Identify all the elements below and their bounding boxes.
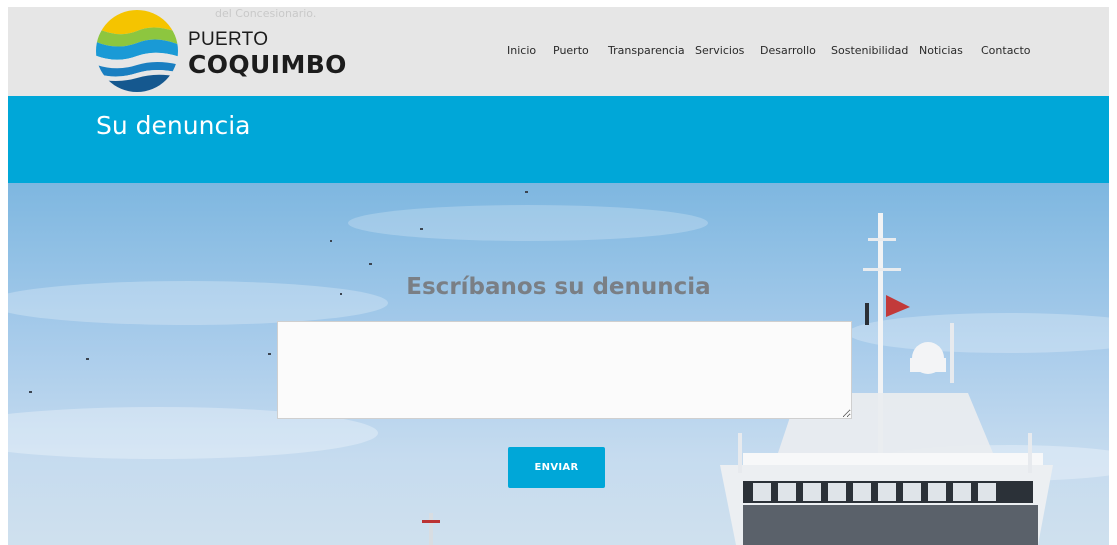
page-title: Su denuncia bbox=[96, 111, 251, 140]
logo-text-coquimbo: COQUIMBO bbox=[188, 50, 347, 79]
logo-text-puerto: PUERTO bbox=[188, 29, 269, 50]
nav-item-desarrollo[interactable]: Desarrollo bbox=[760, 44, 816, 57]
logo-icon bbox=[96, 10, 178, 92]
submit-button[interactable]: ENVIAR bbox=[508, 447, 605, 488]
page-frame: del Concesionario. PUERTO COQUIMBO Inici… bbox=[8, 7, 1109, 545]
nav-item-servicios[interactable]: Servicios bbox=[695, 44, 744, 57]
nav-item-inicio[interactable]: Inicio bbox=[507, 44, 536, 57]
nav-item-transparencia[interactable]: Transparencia bbox=[608, 44, 685, 57]
page-title-bar: Su denuncia bbox=[8, 96, 1109, 183]
site-logo[interactable]: PUERTO COQUIMBO bbox=[94, 9, 350, 93]
hero-section: Escríbanos su denuncia ENVIAR bbox=[8, 183, 1109, 545]
nav-item-sostenibilidad[interactable]: Sostenibilidad bbox=[831, 44, 908, 57]
site-header: del Concesionario. PUERTO COQUIMBO Inici… bbox=[8, 7, 1109, 96]
nav-item-contacto[interactable]: Contacto bbox=[981, 44, 1031, 57]
nav-item-puerto[interactable]: Puerto bbox=[553, 44, 589, 57]
nav-item-noticias[interactable]: Noticias bbox=[919, 44, 963, 57]
form-heading: Escríbanos su denuncia bbox=[406, 274, 711, 300]
complaint-textarea[interactable] bbox=[277, 321, 852, 419]
